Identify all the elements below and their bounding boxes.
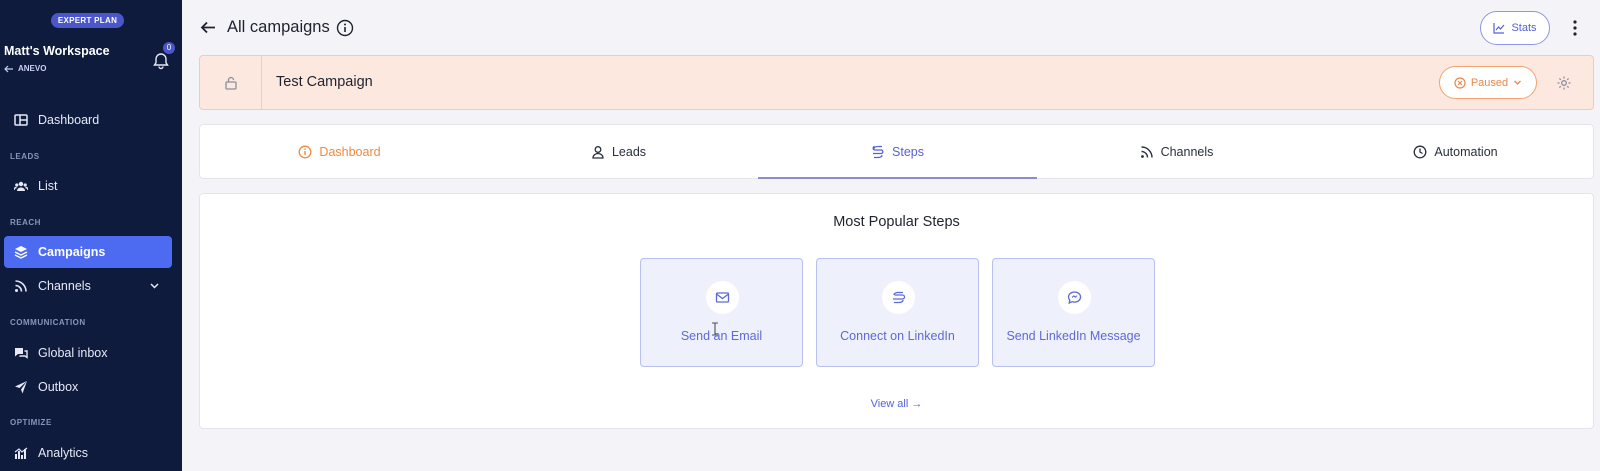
- section-reach-heading: REACH: [10, 218, 41, 227]
- chat-icon: [15, 348, 28, 359]
- campaign-name[interactable]: Test Campaign: [276, 74, 373, 90]
- clock-icon: [1413, 145, 1427, 158]
- layout-icon: [14, 114, 28, 126]
- sidebar: EXPERT PLAN Matt's Workspace ANEVO 0 Das…: [0, 0, 182, 471]
- tab-label: Channels: [1160, 144, 1214, 159]
- more-vertical-icon[interactable]: [1571, 19, 1579, 37]
- gear-icon[interactable]: [1556, 75, 1572, 91]
- sidebar-item-label: Campaigns: [38, 245, 106, 259]
- workspace-name[interactable]: Matt's Workspace: [4, 44, 110, 58]
- tab-label: Automation: [1434, 144, 1498, 159]
- rss-icon: [1140, 145, 1153, 158]
- message-icon: [1067, 291, 1082, 305]
- campaign-header: Test Campaign Paused: [199, 55, 1594, 110]
- tab-label: Steps: [892, 144, 924, 159]
- sidebar-item-analytics[interactable]: Analytics: [4, 437, 172, 469]
- step-card-connect-linkedin[interactable]: Connect on LinkedIn: [816, 258, 979, 367]
- sidebar-item-dashboard[interactable]: Dashboard: [4, 104, 172, 136]
- user-icon: [592, 145, 604, 159]
- step-icon-wrap: [1058, 281, 1091, 314]
- sidebar-item-outbox[interactable]: Outbox: [4, 371, 172, 403]
- sidebar-item-channels[interactable]: Channels: [4, 270, 172, 302]
- back-arrow-icon[interactable]: [200, 19, 217, 36]
- step-label: Send an Email: [680, 329, 763, 343]
- section-communication-heading: COMMUNICATION: [10, 318, 86, 327]
- section-optimize-heading: OPTIMIZE: [10, 418, 52, 427]
- status-dropdown[interactable]: Paused: [1439, 66, 1537, 99]
- section-leads-heading: LEADS: [10, 152, 40, 161]
- sidebar-item-label: Dashboard: [38, 113, 100, 127]
- sidebar-item-global-inbox[interactable]: Global inbox: [4, 337, 172, 369]
- bell-icon[interactable]: [152, 52, 170, 70]
- tab-automation[interactable]: Automation: [1316, 125, 1595, 178]
- tab-dashboard[interactable]: Dashboard: [200, 125, 479, 178]
- sidebar-item-label: Outbox: [38, 380, 79, 394]
- tab-leads[interactable]: Leads: [479, 125, 758, 178]
- mail-icon: [715, 292, 730, 303]
- step-icon-wrap: [706, 281, 739, 314]
- tab-label: Leads: [611, 144, 647, 159]
- step-card-send-email[interactable]: Send an Email: [640, 258, 803, 367]
- info-icon: [298, 145, 312, 158]
- chevron-down-icon: [1514, 80, 1522, 85]
- lock-toggle[interactable]: [200, 56, 262, 109]
- view-all-link[interactable]: View all →: [200, 398, 1593, 410]
- step-icon-wrap: [882, 281, 915, 314]
- step-card-send-linkedin-message[interactable]: Send LinkedIn Message: [992, 258, 1155, 367]
- users-icon: [14, 181, 28, 191]
- step-label: Connect on LinkedIn: [840, 329, 955, 343]
- page-title: All campaigns: [227, 18, 330, 36]
- notification-count-badge: 0: [163, 42, 175, 54]
- sidebar-item-label: List: [38, 179, 58, 193]
- analytics-icon: [14, 447, 28, 459]
- text-cursor-icon: [712, 322, 718, 336]
- status-label: Paused: [1470, 76, 1509, 89]
- workspace-sub-label: ANEVO: [18, 64, 47, 73]
- sidebar-item-label: Analytics: [38, 446, 89, 460]
- rss-icon: [15, 280, 27, 292]
- stats-label: Stats: [1511, 22, 1537, 34]
- send-icon: [15, 381, 27, 394]
- workspace-switch-link[interactable]: ANEVO: [4, 64, 46, 73]
- tab-steps[interactable]: Steps: [758, 125, 1037, 179]
- unlock-icon: [224, 76, 237, 90]
- sidebar-item-campaigns[interactable]: Campaigns: [4, 236, 172, 268]
- arrow-left-icon: [4, 65, 13, 72]
- panel-title: Most Popular Steps: [833, 214, 960, 230]
- chart-line-icon: [1493, 23, 1505, 34]
- sidebar-item-label: Global inbox: [38, 346, 108, 360]
- sidebar-item-label: Channels: [38, 279, 91, 293]
- plan-badge: EXPERT PLAN: [51, 13, 124, 28]
- pause-circle-icon: [1454, 76, 1466, 89]
- tab-label: Dashboard: [319, 144, 381, 159]
- step-label: Send LinkedIn Message: [1006, 329, 1141, 343]
- steps-icon: [872, 145, 884, 158]
- chevron-down-icon: [150, 283, 159, 289]
- stats-button[interactable]: Stats: [1480, 11, 1550, 45]
- connect-icon: [893, 291, 906, 304]
- tab-channels[interactable]: Channels: [1037, 125, 1316, 178]
- sidebar-item-list[interactable]: List: [4, 170, 172, 202]
- steps-panel: Most Popular Steps Send an Email Connect…: [199, 193, 1594, 429]
- info-icon[interactable]: [336, 19, 354, 37]
- campaign-tabs: Dashboard Leads Steps Channels Automatio…: [199, 124, 1594, 179]
- layers-icon: [14, 246, 28, 259]
